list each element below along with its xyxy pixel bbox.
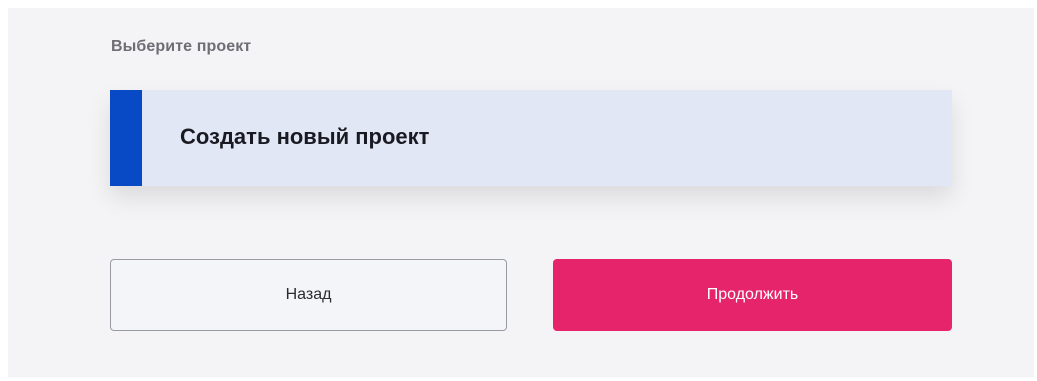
continue-button[interactable]: Продолжить xyxy=(553,259,952,331)
continue-button-label: Продолжить xyxy=(706,286,799,303)
back-button-label: Назад xyxy=(285,286,332,303)
create-new-project-option[interactable]: Создать новый проект xyxy=(110,90,952,186)
selected-indicator xyxy=(110,90,142,186)
create-new-project-label: Создать новый проект xyxy=(180,124,430,149)
section-label: Выберите проект xyxy=(111,38,252,55)
back-button[interactable]: Назад xyxy=(110,259,507,331)
project-selection-panel: Выберите проект Создать новый проект Наз… xyxy=(8,8,1034,377)
